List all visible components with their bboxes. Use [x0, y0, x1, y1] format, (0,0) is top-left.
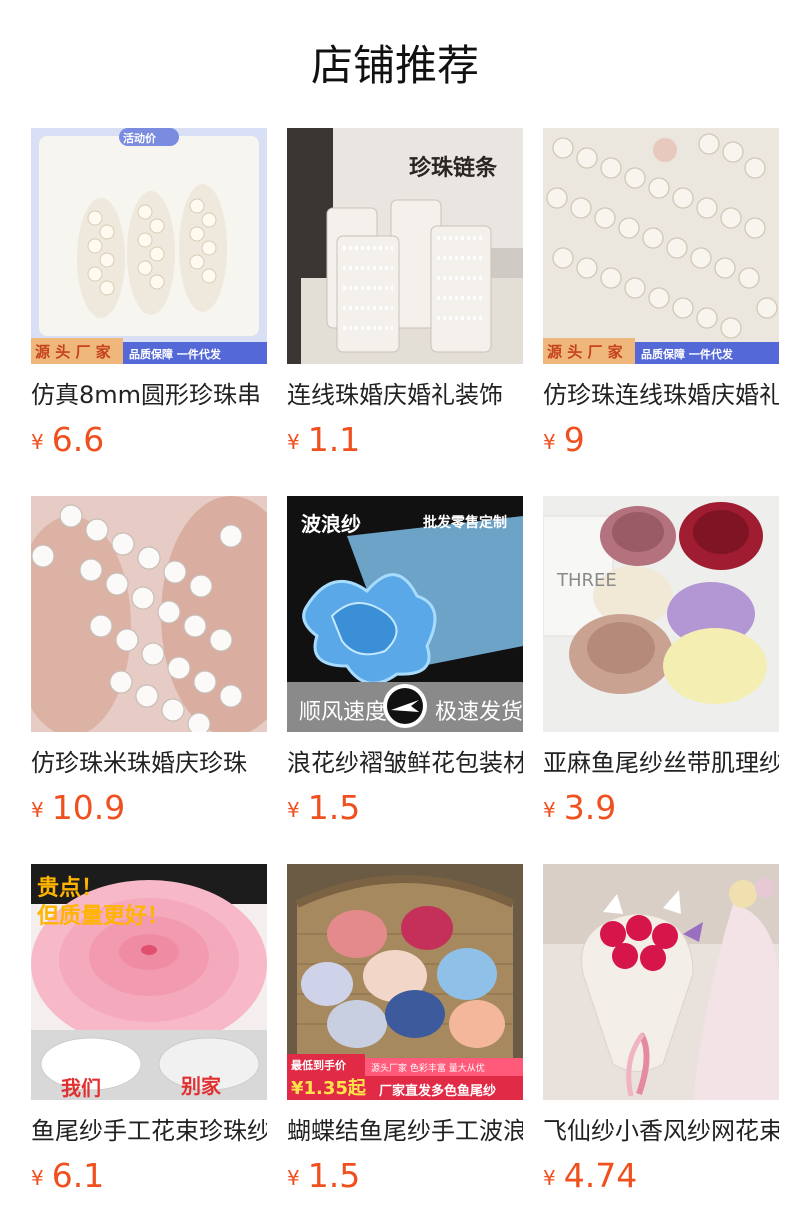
product-grid: 活动价 源 头 厂 家 品质保障 一件代发 仿真8mm圆形珍珠串 ¥6.6 珍珠… — [31, 128, 779, 1232]
currency-symbol: ¥ — [543, 1166, 556, 1190]
image-bottom-left-text: 源 头 厂 家 — [547, 343, 623, 361]
price-value: 6.6 — [51, 420, 105, 459]
product-name[interactable]: 仿珍珠连线珠婚庆婚礼 — [543, 378, 779, 412]
product-name[interactable]: 仿珍珠米珠婚庆珍珠 — [31, 746, 267, 780]
price-value: 3.9 — [563, 788, 617, 827]
product-name[interactable]: 亚麻鱼尾纱丝带肌理纱 — [543, 746, 779, 780]
product-price: ¥6.1 — [31, 1154, 267, 1198]
product-price: ¥9 — [543, 418, 779, 462]
image-box-text: THREE — [557, 570, 617, 591]
image-badge-text: 活动价 — [123, 132, 156, 145]
pearl-spools-illustration — [31, 128, 267, 364]
product-price: ¥4.74 — [543, 1154, 779, 1198]
price-value: 4.74 — [563, 1156, 638, 1195]
product-image[interactable]: 活动价 源 头 厂 家 品质保障 一件代发 — [31, 128, 267, 364]
product-card[interactable]: 飞仙纱小香风纱网花束 ¥4.74 — [543, 864, 779, 1232]
price-value: 10.9 — [51, 788, 126, 827]
product-image[interactable]: 源 头 厂 家 品质保障 一件代发 — [543, 128, 779, 364]
product-card[interactable]: 活动价 源 头 厂 家 品质保障 一件代发 仿真8mm圆形珍珠串 ¥6.6 — [31, 128, 267, 496]
product-name[interactable]: 浪花纱褶皱鲜花包装材料 — [287, 746, 523, 780]
image-title-right-text: 批发零售定制 — [423, 515, 507, 531]
product-price: ¥10.9 — [31, 786, 267, 830]
ribbon-rolls-illustration — [543, 496, 779, 732]
image-promo-label-text: 最低到手价 — [291, 1059, 346, 1072]
product-card[interactable]: 源 头 厂 家 品质保障 一件代发 仿珍珠连线珠婚庆婚礼 ¥9 — [543, 128, 779, 496]
image-bottom-right-text: 品质保障 一件代发 — [641, 348, 733, 361]
product-image[interactable]: THREE — [543, 496, 779, 732]
price-value: 1.5 — [307, 788, 361, 827]
image-bottom-left-text: 顺风速度 — [299, 700, 388, 725]
currency-symbol: ¥ — [31, 1166, 44, 1190]
product-image[interactable]: 最低到手价 ¥1.35起 源头厂家 色彩丰富 量大从优 厂家直发多色鱼尾纱 — [287, 864, 523, 1100]
product-name[interactable]: 仿真8mm圆形珍珠串 — [31, 378, 267, 412]
currency-symbol: ¥ — [287, 1166, 300, 1190]
product-image[interactable] — [31, 496, 267, 732]
price-value: 1.1 — [307, 420, 361, 459]
pearls-in-hand-illustration — [31, 496, 267, 732]
price-value: 1.5 — [307, 1156, 361, 1195]
price-value: 9 — [563, 420, 585, 459]
product-image[interactable]: 贵点！ 但质量更好！ 我们 别家 — [31, 864, 267, 1100]
image-title-text: 波浪纱 — [301, 512, 361, 536]
page-title: 店铺推荐 — [310, 41, 479, 90]
product-card[interactable]: 珍珠链条 连线珠婚庆婚礼装饰 ¥1.1 — [287, 128, 523, 496]
product-image[interactable]: 波浪纱 批发零售定制 顺风速度 极速发货 — [287, 496, 523, 732]
image-bottom-left-text: 我们 — [61, 1076, 101, 1100]
product-price: ¥3.9 — [543, 786, 779, 830]
currency-symbol: ¥ — [31, 798, 44, 822]
pearl-strands-illustration — [543, 128, 779, 364]
product-name[interactable]: 飞仙纱小香风纱网花束 — [543, 1114, 779, 1148]
image-bottom-right-text: 品质保障 一件代发 — [129, 348, 221, 361]
image-promo-price-text: ¥1.35起 — [291, 1078, 366, 1099]
image-promo-banner-text: 厂家直发多色鱼尾纱 — [379, 1084, 497, 1099]
product-price: ¥6.6 — [31, 418, 267, 462]
image-line2-text: 但质量更好！ — [37, 904, 170, 929]
image-bottom-right-text: 别家 — [181, 1074, 221, 1098]
product-card[interactable]: THREE 亚麻鱼尾纱丝带肌理纱 ¥3.9 — [543, 496, 779, 864]
product-name[interactable]: 连线珠婚庆婚礼装饰 — [287, 378, 523, 412]
product-card[interactable]: 波浪纱 批发零售定制 顺风速度 极速发货 浪花纱褶皱鲜花包装材料 ¥1.5 — [287, 496, 523, 864]
product-price: ¥1.5 — [287, 786, 523, 830]
product-name[interactable]: 蝴蝶结鱼尾纱手工波浪纱 — [287, 1114, 523, 1148]
image-bottom-left-text: 源 头 厂 家 — [35, 343, 111, 361]
product-name[interactable]: 鱼尾纱手工花束珍珠纱 — [31, 1114, 267, 1148]
currency-symbol: ¥ — [31, 430, 44, 454]
currency-symbol: ¥ — [543, 798, 556, 822]
price-value: 6.1 — [51, 1156, 105, 1195]
flower-bouquet-illustration — [543, 864, 779, 1100]
product-card[interactable]: 贵点！ 但质量更好！ 我们 别家 鱼尾纱手工花束珍珠纱 ¥6.1 — [31, 864, 267, 1232]
product-price: ¥1.1 — [287, 418, 523, 462]
currency-symbol: ¥ — [543, 430, 556, 454]
currency-symbol: ¥ — [287, 798, 300, 822]
image-title-text: 珍珠链条 — [409, 155, 498, 181]
product-card[interactable]: 最低到手价 ¥1.35起 源头厂家 色彩丰富 量大从优 厂家直发多色鱼尾纱 蝴蝶… — [287, 864, 523, 1232]
image-promo-tags-text: 源头厂家 色彩丰富 量大从优 — [371, 1064, 485, 1074]
product-image[interactable] — [543, 864, 779, 1100]
product-image[interactable]: 珍珠链条 — [287, 128, 523, 364]
image-bottom-right-text: 极速发货 — [435, 700, 523, 725]
product-price: ¥1.5 — [287, 1154, 523, 1198]
product-card[interactable]: 仿珍珠米珠婚庆珍珠 ¥10.9 — [31, 496, 267, 864]
currency-symbol: ¥ — [287, 430, 300, 454]
